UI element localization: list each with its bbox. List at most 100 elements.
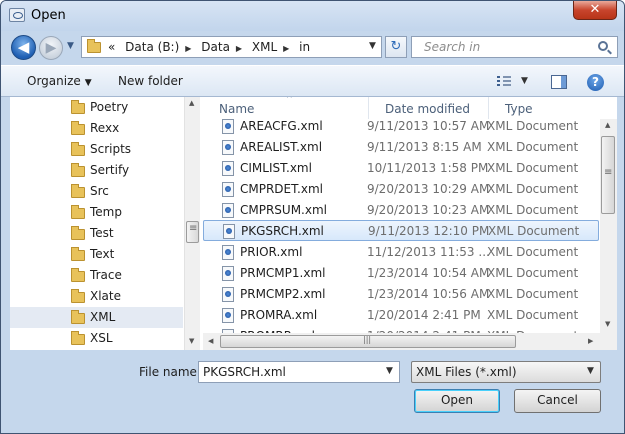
column-header-label: Name [219, 102, 255, 116]
nav-folder-label: Text [90, 247, 115, 261]
open-button[interactable]: Open [414, 389, 500, 413]
nav-folder-label: Scripts [90, 142, 132, 156]
file-name-label: File name: [139, 365, 201, 379]
nav-folder-label: Sertify [90, 163, 130, 177]
search-icon[interactable] [598, 41, 608, 51]
close-button[interactable]: ✕ [573, 1, 617, 20]
file-row-selected[interactable]: PKGSRCH.xml 9/11/2013 12:10 PM XML Documen… [203, 220, 599, 241]
scrollbar-thumb[interactable] [220, 335, 516, 348]
nav-folder-label: XSL [90, 331, 113, 345]
view-options-icon[interactable] [497, 76, 511, 88]
file-date: 9/11/2013 12:10 PM [368, 224, 490, 238]
xml-file-icon [222, 245, 234, 260]
file-row[interactable]: AREALIST.xml 9/11/2013 8:15 AM XML Documen… [203, 137, 599, 158]
nav-folder-item[interactable]: Xlate [10, 286, 183, 307]
folder-icon [87, 39, 101, 53]
file-row[interactable]: PRMCMP1.xml 1/23/2014 10:54 AM XML Documen… [203, 263, 599, 284]
scroll-up-icon[interactable]: ▲ [189, 99, 194, 107]
file-type: XML Document [487, 308, 579, 322]
file-row[interactable]: PRMCMP2.xml 1/23/2014 10:56 AM XML Documen… [203, 284, 599, 305]
column-header-label: Type [505, 102, 533, 116]
folder-icon [71, 268, 85, 282]
file-type: XML Document [487, 119, 579, 133]
file-row[interactable]: CMPRDET.xml 9/20/2013 10:29 AM XML Documen… [203, 179, 599, 200]
breadcrumb-item[interactable]: Data [201, 40, 230, 54]
nav-folder-item-selected[interactable]: XML [10, 307, 183, 328]
forward-button[interactable]: ▶ [39, 36, 63, 60]
xml-file-icon [223, 224, 235, 239]
file-name: PROMRA.xml [240, 308, 318, 322]
scrollbar-thumb[interactable] [601, 136, 615, 214]
file-name: PKGSRCH.xml [241, 224, 324, 238]
file-list-vertical-scrollbar[interactable]: ▲ ▼ [600, 119, 617, 333]
nav-folder-item[interactable]: Src [10, 181, 183, 202]
chevron-down-icon[interactable]: ▼ [386, 366, 393, 376]
breadcrumb-separator-icon[interactable]: ▶ [185, 44, 191, 53]
back-button[interactable]: ◀ [11, 35, 36, 60]
help-icon[interactable]: ? [587, 74, 604, 91]
breadcrumb-overflow[interactable]: « [108, 40, 115, 54]
nav-folder-label: Trace [90, 268, 122, 282]
file-name-field[interactable]: PKGSRCH.xml ▼ [198, 361, 400, 383]
address-bar[interactable]: « Data (B:) ▶ Data ▶ XML ▶ in ▼ [81, 36, 382, 58]
file-row[interactable]: AREACFG.xml 9/11/2013 10:57 AM XML Documen… [203, 116, 599, 137]
search-input[interactable]: Search in [411, 36, 618, 58]
search-placeholder: Search in [424, 40, 481, 54]
nav-folder-item[interactable]: Temp [10, 202, 183, 223]
preview-pane-icon[interactable] [551, 75, 567, 89]
file-name: PRMCMP1.xml [240, 266, 326, 280]
nav-pane-scrollbar[interactable]: ▲ ▼ [184, 97, 200, 350]
open-dialog: Open ✕ ◀ ▶ ▼ « Data (B:) ▶ Data ▶ XML ▶ in … [0, 0, 625, 434]
file-date: 9/20/2013 10:29 AM [367, 182, 490, 196]
organize-button[interactable]: Organize ▼ [27, 74, 92, 88]
nav-folder-label: Rexx [90, 121, 120, 135]
file-list-horizontal-scrollbar[interactable]: ◀ ▶ [203, 333, 617, 350]
refresh-button[interactable]: ↻ [385, 36, 407, 58]
nav-folder-label: Temp [90, 205, 122, 219]
breadcrumb-item[interactable]: in [299, 40, 310, 54]
nav-folder-item[interactable]: Scripts [10, 139, 183, 160]
recent-locations-dropdown[interactable]: ▼ [67, 41, 74, 51]
nav-folder-item[interactable]: Text [10, 244, 183, 265]
scroll-up-icon[interactable]: ▲ [605, 121, 610, 129]
file-type: XML Document [487, 245, 579, 259]
file-row[interactable]: PROMRA.xml 1/20/2014 2:41 PM XML Document [203, 305, 599, 326]
nav-folder-item[interactable]: Trace [10, 265, 183, 286]
xml-file-icon [222, 119, 234, 134]
app-icon [9, 8, 25, 22]
breadcrumb-separator-icon[interactable]: ▶ [236, 44, 242, 53]
xml-file-icon [222, 308, 234, 323]
nav-folder-item[interactable]: XSL [10, 328, 183, 349]
file-type-select[interactable]: XML Files (*.xml) ▼ [411, 361, 601, 383]
scroll-right-icon[interactable]: ▶ [588, 337, 593, 345]
breadcrumb-item[interactable]: XML [252, 40, 277, 54]
file-row[interactable]: CIMLIST.xml 10/11/2013 1:58 PM XML Documen… [203, 158, 599, 179]
nav-folder-item[interactable]: Test [10, 223, 183, 244]
view-options-dropdown[interactable]: ▼ [521, 76, 528, 86]
window-title: Open [31, 8, 66, 23]
nav-folder-item[interactable]: Poetry [10, 97, 183, 118]
scroll-left-icon[interactable]: ◀ [208, 337, 213, 345]
address-dropdown-icon[interactable]: ▼ [369, 41, 376, 51]
file-list: ^ Name Date modified Type AREACFG.xml 9/1… [203, 97, 617, 350]
new-folder-button[interactable]: New folder [118, 74, 183, 88]
nav-folder-item[interactable]: Rexx [10, 118, 183, 139]
file-row[interactable]: PRIOR.xml 11/12/2013 11:53 ... XML Documen… [203, 242, 599, 263]
folder-icon [71, 226, 85, 240]
scrollbar-corner [600, 333, 617, 350]
file-name: AREACFG.xml [240, 119, 323, 133]
scroll-down-icon[interactable]: ▼ [189, 337, 194, 345]
file-name: AREALIST.xml [240, 140, 323, 154]
nav-folder-item[interactable]: Sertify [10, 160, 183, 181]
title-bar[interactable]: Open ✕ [1, 1, 624, 31]
content-area: Poetry Rexx Scripts Sertify Src Temp Tes… [10, 97, 617, 350]
scroll-down-icon[interactable]: ▼ [605, 320, 610, 328]
cancel-button[interactable]: Cancel [514, 389, 601, 413]
file-row[interactable]: CMPRSUM.xml 9/20/2013 10:23 AM XML Documen… [203, 200, 599, 221]
xml-file-icon [222, 203, 234, 218]
scrollbar-thumb[interactable] [186, 221, 199, 243]
nav-folder-label: Src [90, 184, 109, 198]
xml-file-icon [222, 140, 234, 155]
breadcrumb-separator-icon[interactable]: ▶ [283, 44, 289, 53]
breadcrumb-item[interactable]: Data (B:) [125, 40, 179, 54]
